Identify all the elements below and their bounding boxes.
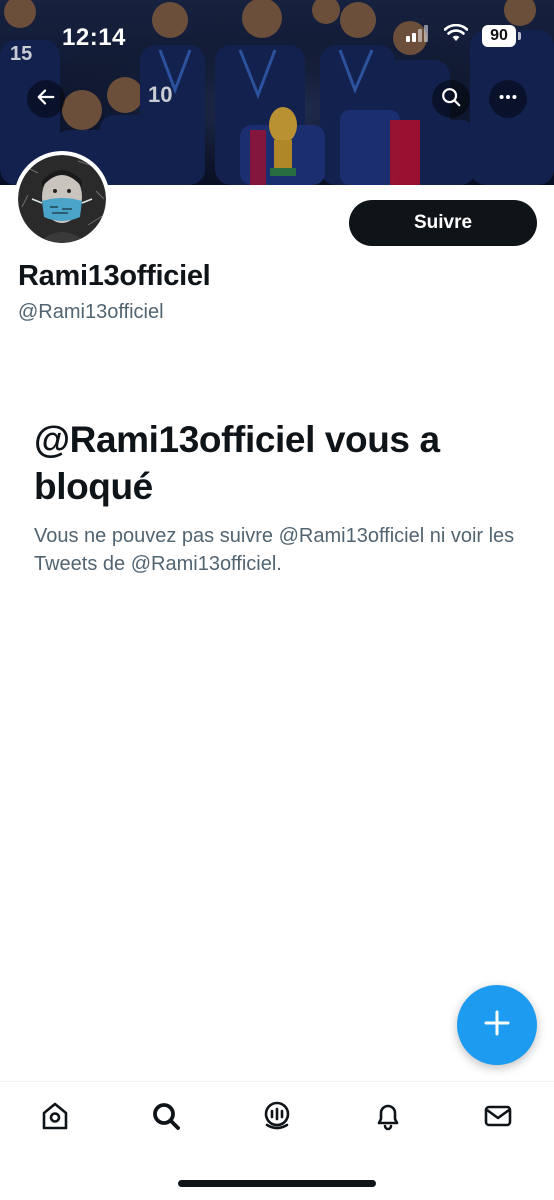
battery-icon: 90 — [482, 24, 521, 47]
nav-messages[interactable] — [473, 1098, 523, 1138]
blocked-title: @Rami13officiel vous a bloqué — [34, 419, 440, 507]
arrow-left-icon — [35, 86, 57, 113]
nav-home[interactable] — [30, 1098, 80, 1138]
status-time: 12:14 — [62, 24, 126, 51]
profile-handle: @Rami13officiel — [18, 301, 164, 323]
home-indicator[interactable] — [178, 1180, 376, 1187]
cellular-signal-icon — [406, 24, 430, 47]
nav-spaces[interactable] — [252, 1098, 302, 1138]
spaces-icon — [261, 1100, 293, 1137]
compose-tweet-button[interactable] — [457, 985, 537, 1065]
status-bar: 12:14 90 — [0, 0, 554, 80]
blocked-description: Vous ne pouvez pas suivre @Rami13officie… — [34, 525, 515, 575]
home-icon — [39, 1100, 71, 1137]
search-icon — [150, 1100, 182, 1137]
back-button[interactable] — [27, 80, 65, 118]
wifi-icon — [443, 23, 469, 47]
profile-screen: 10 15 12:14 90 Suivre Rami13officiel @Ra… — [0, 0, 554, 1200]
search-icon — [440, 86, 462, 113]
plus-icon — [482, 1008, 512, 1043]
follow-button[interactable]: Suivre — [349, 200, 537, 246]
more-horizontal-icon — [497, 86, 519, 113]
profile-display-name: Rami13officiel — [18, 260, 211, 292]
more-options-button[interactable] — [489, 80, 527, 118]
notifications-bell-icon — [372, 1100, 404, 1137]
status-icons: 90 — [406, 23, 521, 47]
search-button[interactable] — [432, 80, 470, 118]
avatar[interactable] — [14, 151, 110, 247]
messages-envelope-icon — [482, 1100, 514, 1137]
battery-level: 90 — [490, 26, 508, 44]
nav-notifications[interactable] — [363, 1098, 413, 1138]
nav-explore[interactable] — [141, 1098, 191, 1138]
